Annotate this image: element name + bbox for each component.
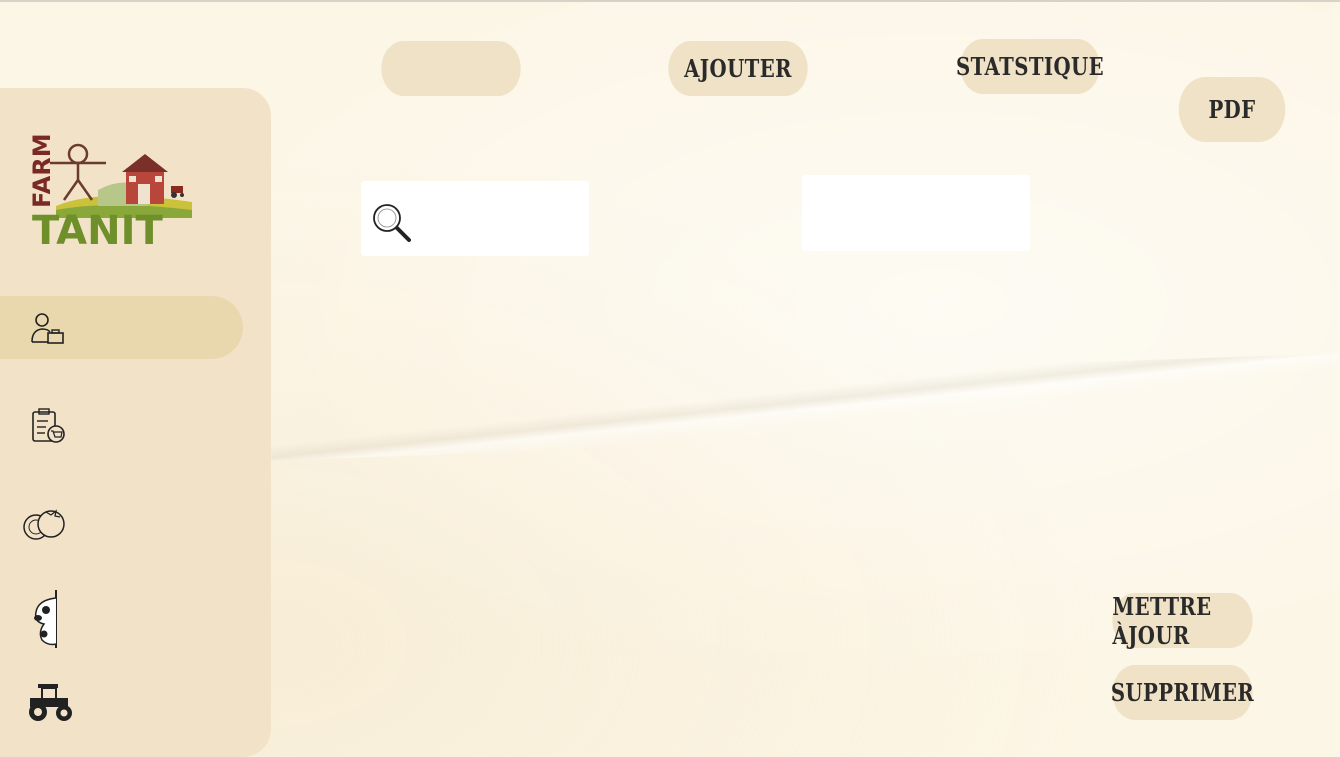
search-icon [373,204,411,242]
employee-icon [31,313,64,344]
orders-clipboard-icon [32,408,65,443]
update-button-label: METTRE ÀJOUR [1112,591,1212,650]
farm-tanit-logo: FARM TANIT [28,118,196,254]
svg-text:TANIT: TANIT [32,208,163,248]
add-button-label: AJOUTER [684,54,792,83]
svg-text:FARM: FARM [28,133,56,208]
delete-button[interactable]: SUPPRIMER [1110,665,1255,720]
filter-field[interactable] [802,175,1030,251]
vegetables-icon [23,509,65,540]
statistics-button-label: STATSTIQUE [955,52,1105,81]
statistics-button[interactable]: STATSTIQUE [956,39,1104,94]
add-button[interactable]: AJOUTER [668,41,808,96]
sidebar-item-vegetables[interactable] [0,492,243,555]
paper-crease [269,353,1340,461]
tractor-icon [29,684,72,721]
top-border [0,0,1340,2]
sidebar: FARM TANIT [0,88,271,757]
blank-button[interactable] [381,41,521,96]
delete-button-label: SUPPRIMER [1110,678,1255,707]
cow-icon [34,590,57,648]
sidebar-item-employees[interactable] [0,296,243,359]
sidebar-item-orders[interactable] [0,394,243,457]
sidebar-item-livestock[interactable] [0,588,243,651]
pdf-button-label: PDF [1208,95,1256,124]
sidebar-item-equipment[interactable] [0,670,243,733]
update-button[interactable]: METTRE ÀJOUR [1112,591,1253,650]
pdf-button[interactable]: PDF [1178,77,1286,142]
